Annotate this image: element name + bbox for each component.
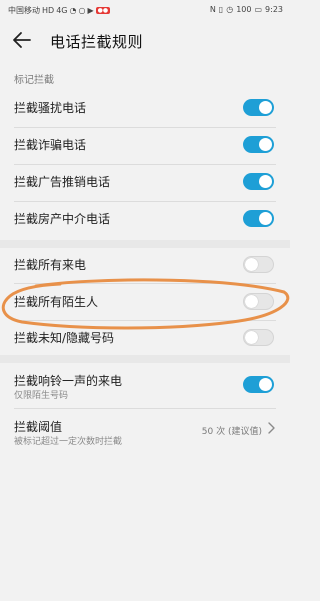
carrier-name: 中国移动 xyxy=(8,6,40,15)
toggle-knob xyxy=(259,175,272,188)
toggle-block-realestate[interactable] xyxy=(243,210,274,227)
vibrate-icon: ▯ xyxy=(218,5,224,14)
toggle-block-all-calls[interactable] xyxy=(243,256,274,273)
toggle-knob xyxy=(245,331,258,344)
status-left: 中国移动 HD 4G ◔ ○ ▶ ●● xyxy=(8,5,111,16)
row-block-strangers[interactable]: 拦截所有陌生人 xyxy=(0,281,290,321)
app-bar: 电话拦截规则 xyxy=(0,22,290,58)
battery-level: 100 xyxy=(236,5,252,14)
row-label: 拦截响铃一声的来电 xyxy=(14,374,123,388)
row-label: 拦截诈骗电话 xyxy=(14,138,87,152)
toggle-block-unknown[interactable] xyxy=(243,329,274,346)
section-title-marked: 标记拦截 xyxy=(14,75,54,86)
wifi-icon: ◔ xyxy=(69,6,77,15)
row-block-unknown[interactable]: 拦截未知/隐藏号码 xyxy=(0,317,290,357)
toggle-block-one-ring[interactable] xyxy=(243,376,274,393)
circle-icon: ○ xyxy=(78,6,86,15)
hd-badge: HD xyxy=(42,6,55,15)
row-block-fraud[interactable]: 拦截诈骗电话 xyxy=(0,124,290,164)
toggle-knob xyxy=(259,138,272,151)
status-bar: 中国移动 HD 4G ◔ ○ ▶ ●● N ▯ ◷ 100 ▭ 9:23 xyxy=(0,0,290,20)
row-label: 拦截骚扰电话 xyxy=(14,101,87,115)
signal-4g-badge: 4G xyxy=(56,6,68,15)
row-block-ads[interactable]: 拦截广告推销电话 xyxy=(0,161,290,201)
row-label: 拦截房产中介电话 xyxy=(14,212,111,226)
status-right: N ▯ ◷ 100 ▭ 9:23 xyxy=(210,5,283,14)
row-block-harassment[interactable]: 拦截骚扰电话 xyxy=(0,87,290,127)
threshold-value[interactable]: 50 次 (建议值) xyxy=(202,424,262,437)
red-app-badge: ●● xyxy=(95,7,111,14)
chevron-right-icon xyxy=(268,422,275,434)
row-block-realestate[interactable]: 拦截房产中介电话 xyxy=(0,198,290,238)
play-icon: ▶ xyxy=(87,6,94,15)
toggle-knob xyxy=(259,212,272,225)
toggle-block-fraud[interactable] xyxy=(243,136,274,153)
toggle-block-strangers[interactable] xyxy=(243,293,274,310)
row-label: 拦截未知/隐藏号码 xyxy=(14,331,115,345)
row-sublabel: 仅限陌生号码 xyxy=(14,391,69,401)
clock: 9:23 xyxy=(265,5,283,14)
section-gap xyxy=(0,355,290,363)
toggle-block-harassment[interactable] xyxy=(243,99,274,116)
row-label: 拦截所有来电 xyxy=(14,258,87,272)
toggle-knob xyxy=(259,378,272,391)
row-block-all-calls[interactable]: 拦截所有来电 xyxy=(0,244,290,284)
battery-icon: ▭ xyxy=(254,5,263,14)
page-title: 电话拦截规则 xyxy=(50,33,144,51)
toggle-knob xyxy=(245,295,258,308)
row-label: 拦截广告推销电话 xyxy=(14,175,111,189)
toggle-knob xyxy=(245,258,258,271)
row-block-one-ring[interactable]: 拦截响铃一声的来电 仅限陌生号码 xyxy=(0,364,290,408)
nfc-icon: N xyxy=(209,5,216,14)
row-label: 拦截所有陌生人 xyxy=(14,295,99,309)
row-label: 拦截阈值 xyxy=(14,420,63,434)
divider xyxy=(14,408,276,409)
alarm-icon: ◷ xyxy=(226,5,234,14)
row-sublabel: 被标记超过一定次数时拦截 xyxy=(14,437,123,447)
toggle-knob xyxy=(259,101,272,114)
toggle-block-ads[interactable] xyxy=(243,173,274,190)
arrow-left-icon[interactable] xyxy=(10,28,34,52)
